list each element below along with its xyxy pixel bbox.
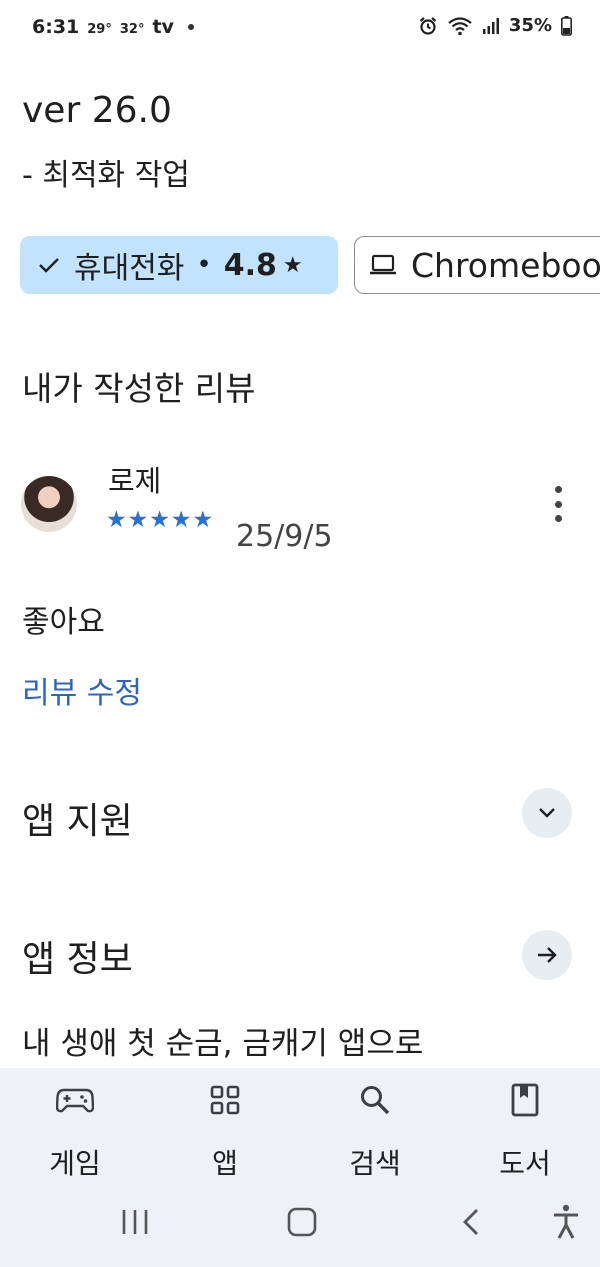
- star-rating: ★ ★ ★ ★ ★: [106, 509, 213, 532]
- review-date: 25/9/5: [236, 519, 333, 554]
- accessibility-icon: [554, 1204, 578, 1239]
- check-icon: [39, 258, 59, 273]
- laptop-icon: [370, 254, 396, 275]
- accessibility-button[interactable]: [546, 1204, 586, 1240]
- app-support-expand-button[interactable]: [522, 788, 572, 838]
- back-button[interactable]: [456, 1204, 486, 1240]
- more-vert-icon[interactable]: [546, 486, 570, 522]
- book-icon: [511, 1082, 539, 1118]
- wifi-icon: [448, 16, 472, 35]
- nav-label-apps: 앱: [212, 1147, 238, 1180]
- nav-item-games[interactable]: 게임: [0, 1068, 150, 1182]
- review-text: 좋아요: [22, 605, 105, 640]
- chip-phone-label: 휴대전화: [74, 251, 185, 286]
- nav-label-games: 게임: [49, 1147, 101, 1180]
- recent-apps-button[interactable]: [118, 1204, 152, 1240]
- battery-icon: [561, 15, 572, 36]
- status-left: 6:31 29° 32° tv: [32, 16, 194, 38]
- home-button[interactable]: [285, 1204, 319, 1240]
- rating-star-icon: ★: [106, 507, 127, 533]
- rating-star-icon: ★: [127, 507, 149, 533]
- status-time: 6:31: [32, 16, 80, 38]
- chip-rating: 4.8: [223, 247, 277, 283]
- chip-phone[interactable]: 휴대전화 • 4.8 ★: [20, 236, 338, 294]
- nav-item-books[interactable]: 도서: [450, 1068, 600, 1182]
- chip-chromebook[interactable]: Chromebook: [354, 236, 600, 294]
- status-right: 35%: [418, 15, 572, 36]
- gamepad-icon: [56, 1082, 94, 1118]
- changelog-text: - 최적화 작업: [22, 158, 190, 193]
- version-label: ver 26.0: [22, 90, 172, 131]
- arrow-right-icon: [538, 947, 557, 963]
- app-info-title[interactable]: 앱 정보: [22, 930, 133, 982]
- chip-separator: •: [196, 250, 212, 280]
- apps-grid-icon: [210, 1082, 240, 1118]
- signal-icon: [482, 17, 499, 34]
- rating-star-icon: ★: [170, 507, 192, 533]
- star-icon: ★: [282, 252, 303, 278]
- rating-star-icon: ★: [149, 507, 170, 533]
- nav-item-search[interactable]: 검색: [300, 1068, 450, 1182]
- back-icon: [463, 1209, 478, 1235]
- chip-chromebook-label: Chromebook: [411, 245, 600, 285]
- weather-now: 29°: [87, 22, 112, 37]
- system-navigation-bar: [0, 1190, 600, 1260]
- app-info-arrow-button[interactable]: [522, 930, 572, 980]
- home-icon: [287, 1207, 317, 1237]
- app-support-title[interactable]: 앱 지원: [22, 792, 133, 844]
- chevron-down-icon: [539, 808, 555, 818]
- alarm-icon: [419, 16, 437, 35]
- nav-label-books: 도서: [499, 1147, 551, 1180]
- edit-review-link[interactable]: 리뷰 수정: [22, 668, 142, 712]
- bottom-nav: 게임 앱 검색 도서: [0, 1068, 600, 1267]
- status-bar: 6:31 29° 32° tv 35%: [0, 0, 600, 56]
- search-icon: [359, 1082, 391, 1118]
- my-review-title: 내가 작성한 리뷰: [22, 369, 256, 408]
- nav-label-search: 검색: [349, 1147, 401, 1180]
- device-chip-row: 휴대전화 • 4.8 ★ Chromebook: [20, 236, 600, 296]
- rating-star-icon: ★: [192, 507, 214, 533]
- app-description-preview: 내 생애 첫 순금, 금캐기 앱으로: [22, 1026, 424, 1062]
- recent-apps-icon: [122, 1210, 148, 1234]
- avatar: [21, 476, 77, 532]
- nav-item-apps[interactable]: 앱: [150, 1068, 300, 1182]
- battery-percent: 35%: [508, 15, 552, 36]
- weather-high: 32°: [119, 22, 145, 37]
- notification-dot-icon: [187, 24, 194, 30]
- reviewer-name: 로제: [108, 464, 162, 498]
- tv-indicator: tv: [152, 16, 174, 38]
